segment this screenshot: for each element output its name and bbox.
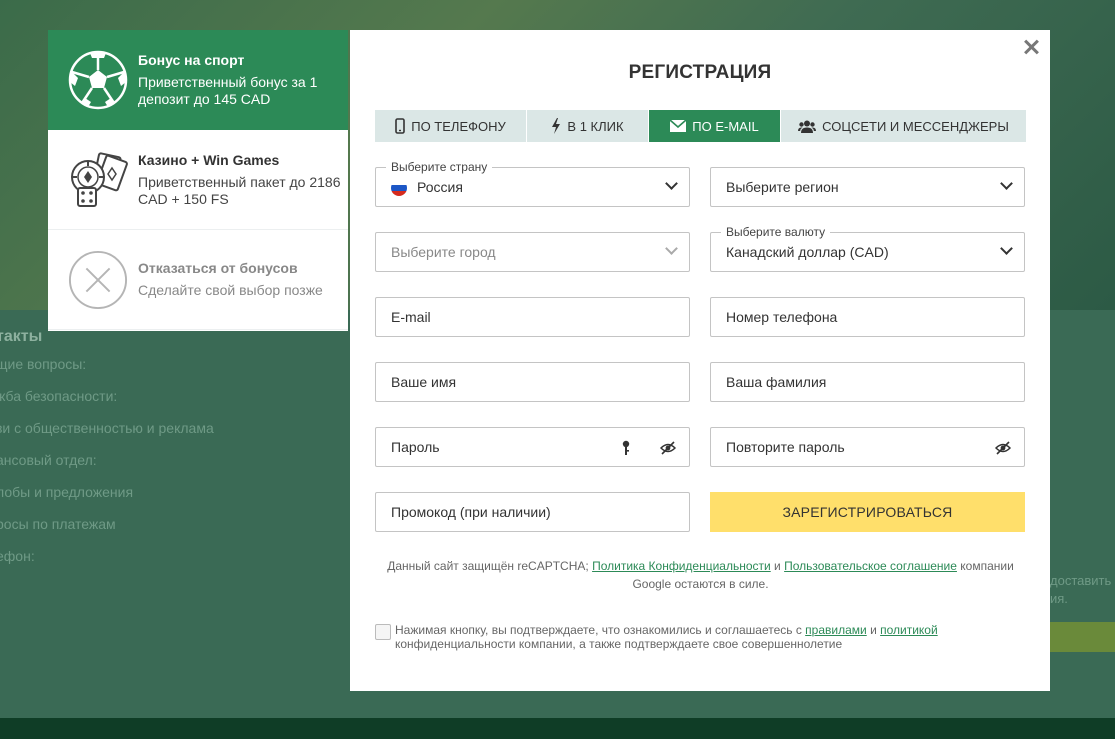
terms-link[interactable]: Пользовательское соглашение <box>784 559 957 573</box>
chevron-down-icon <box>665 242 678 255</box>
country-value: Россия <box>417 179 463 195</box>
bonus-selector: Бонус на спорт Приветственный бонус за 1… <box>48 30 348 331</box>
bonus-option-decline[interactable]: Отказаться от бонусов Сделайте свой выбо… <box>48 230 348 330</box>
modal-title: РЕГИСТРАЦИЯ <box>628 62 772 83</box>
contacts-link[interactable]: ансовый отдел: <box>0 452 214 484</box>
soccer-ball-icon <box>68 50 128 110</box>
currency-value: Канадский доллар (CAD) <box>726 244 889 260</box>
envelope-icon <box>670 120 687 132</box>
register-button[interactable]: ЗАРЕГИСТРИРОВАТЬСЯ <box>710 492 1025 532</box>
background-footer <box>0 718 1115 739</box>
last-name-field[interactable]: Ваша фамилия <box>710 362 1025 402</box>
contacts-link[interactable]: щие вопросы: <box>0 356 214 388</box>
bonus-option-sport[interactable]: Бонус на спорт Приветственный бонус за 1… <box>48 30 348 130</box>
contacts-link[interactable]: жба безопасности: <box>0 388 214 420</box>
agreement-text: Нажимая кнопку, вы подтверждаете, что оз… <box>375 623 1015 651</box>
password-placeholder: Пароль <box>391 439 440 455</box>
close-icon[interactable] <box>1021 37 1041 57</box>
bonus-title: Казино + Win Games <box>138 151 280 168</box>
last-name-placeholder: Ваша фамилия <box>726 374 827 390</box>
country-label: Выберите страну <box>386 160 493 174</box>
password-repeat-field[interactable]: Повторите пароль <box>710 427 1025 467</box>
contacts-link[interactable]: зи с общественностью и реклама <box>0 420 214 452</box>
tab-social[interactable]: СОЦСЕТИ И МЕССЕНДЖЕРЫ <box>781 110 1026 142</box>
key-icon[interactable] <box>622 440 630 461</box>
registration-modal: РЕГИСТРАЦИЯ ПО ТЕЛЕФОНУ В 1 КЛИК ПО E-MA… <box>350 30 1050 691</box>
city-placeholder: Выберите город <box>391 244 496 260</box>
bonus-title: Бонус на спорт <box>138 52 245 68</box>
users-icon <box>798 120 817 133</box>
background-contacts: такты щие вопросы: жба безопасности: зи … <box>0 328 214 580</box>
bonus-title: Отказаться от бонусов <box>138 260 298 276</box>
phone-icon <box>395 118 406 134</box>
password-field[interactable]: Пароль <box>375 427 690 467</box>
first-name-field[interactable]: Ваше имя <box>375 362 690 402</box>
russia-flag-icon <box>391 180 407 196</box>
contacts-link[interactable]: ефон: <box>0 548 214 580</box>
agreement-text-part: и <box>866 623 881 637</box>
agreement-checkbox[interactable] <box>375 624 391 640</box>
background-text-line: доставить <box>1050 573 1112 588</box>
tab-email[interactable]: ПО E-MAIL <box>649 110 781 142</box>
background-text-line: ия. <box>1050 591 1068 606</box>
policy-link[interactable]: политикой <box>880 623 938 637</box>
tab-label: ПО E-MAIL <box>692 118 759 134</box>
chevron-down-icon <box>665 177 678 190</box>
currency-label: Выберите валюту <box>721 225 831 239</box>
agreement-text-part: конфиденциальности компании, а также под… <box>395 637 843 651</box>
chevron-down-icon <box>1000 177 1013 190</box>
recaptcha-text: и <box>770 559 785 573</box>
bonus-description: Сделайте свой выбор позже <box>138 282 323 298</box>
email-field[interactable]: E-mail <box>375 297 690 337</box>
agreement: Нажимая кнопку, вы подтверждаете, что оз… <box>375 623 1015 651</box>
close-circle-icon <box>68 250 128 310</box>
bonus-description: Приветственный пакет до 2186 CAD + 150 F… <box>138 173 341 207</box>
promo-code-field[interactable]: Промокод (при наличии) <box>375 492 690 532</box>
contacts-link[interactable]: лобы и предложения <box>0 484 214 516</box>
tab-one-click[interactable]: В 1 КЛИК <box>527 110 649 142</box>
promo-placeholder: Промокод (при наличии) <box>391 504 551 520</box>
privacy-policy-link[interactable]: Политика Конфиденциальности <box>592 559 771 573</box>
registration-tabs: ПО ТЕЛЕФОНУ В 1 КЛИК ПО E-MAIL СОЦСЕТИ И… <box>375 110 1026 142</box>
contacts-link[interactable]: росы по платежам <box>0 516 214 548</box>
country-select[interactable]: Выберите страну Россия <box>375 160 690 207</box>
phone-field[interactable]: Номер телефона <box>710 297 1025 337</box>
eye-hidden-icon[interactable] <box>994 441 1012 460</box>
region-placeholder: Выберите регион <box>726 179 839 195</box>
tab-label: СОЦСЕТИ И МЕССЕНДЖЕРЫ <box>822 118 1009 134</box>
lightning-icon <box>551 118 561 134</box>
tab-phone[interactable]: ПО ТЕЛЕФОНУ <box>375 110 527 142</box>
recaptcha-text: Данный сайт защищён reCAPTCHA; <box>387 559 593 573</box>
bonus-option-casino[interactable]: Казино + Win Games Приветственный пакет … <box>48 130 348 230</box>
city-select[interactable]: Выберите город <box>375 232 690 272</box>
currency-select[interactable]: Выберите валюту Канадский доллар (CAD) <box>710 225 1025 272</box>
first-name-placeholder: Ваше имя <box>391 374 457 390</box>
background-button <box>1050 622 1115 652</box>
email-placeholder: E-mail <box>391 309 431 325</box>
agreement-text-part: Нажимая кнопку, вы подтверждаете, что оз… <box>395 623 806 637</box>
phone-placeholder: Номер телефона <box>726 309 838 325</box>
casino-chip-dice-icon <box>68 150 128 210</box>
password-repeat-placeholder: Повторите пароль <box>726 439 845 455</box>
eye-hidden-icon[interactable] <box>659 441 677 460</box>
background-right-text: доставить ия. <box>1050 572 1111 608</box>
rules-link[interactable]: правилами <box>805 623 867 637</box>
tab-label: В 1 КЛИК <box>567 118 624 134</box>
region-select[interactable]: Выберите регион <box>710 167 1025 207</box>
tab-label: ПО ТЕЛЕФОНУ <box>411 118 506 134</box>
chevron-down-icon <box>1000 242 1013 255</box>
bonus-description: Приветственный бонус за 1 депозит до 145… <box>138 74 318 107</box>
recaptcha-notice: Данный сайт защищён reCAPTCHA; Политика … <box>375 557 1026 593</box>
